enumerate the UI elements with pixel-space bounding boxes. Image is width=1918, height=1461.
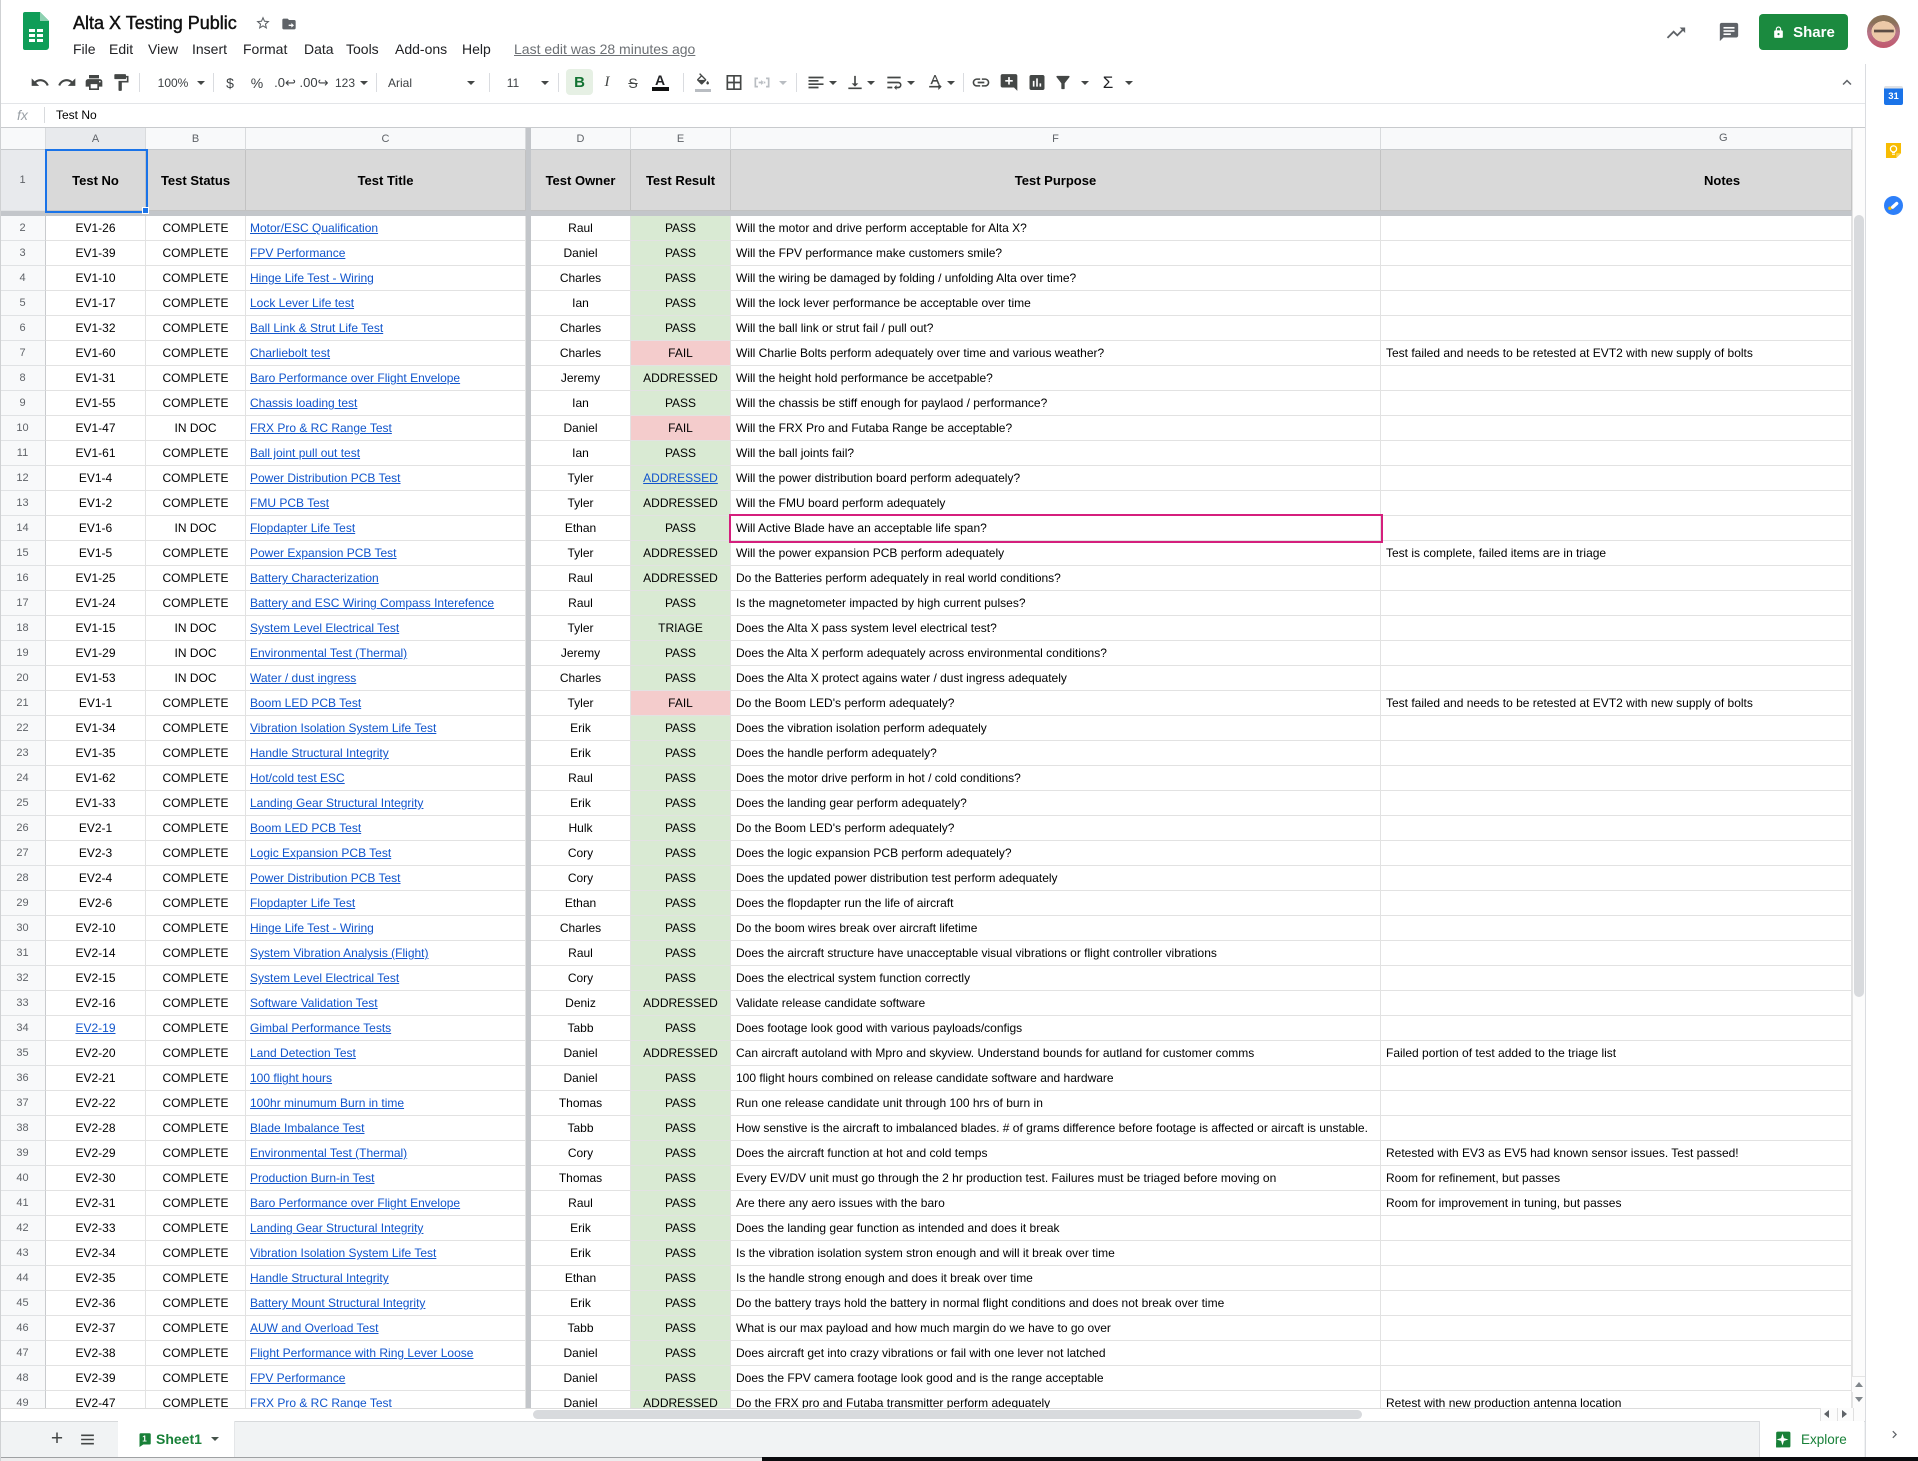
svg-text:1: 1	[142, 1434, 147, 1443]
